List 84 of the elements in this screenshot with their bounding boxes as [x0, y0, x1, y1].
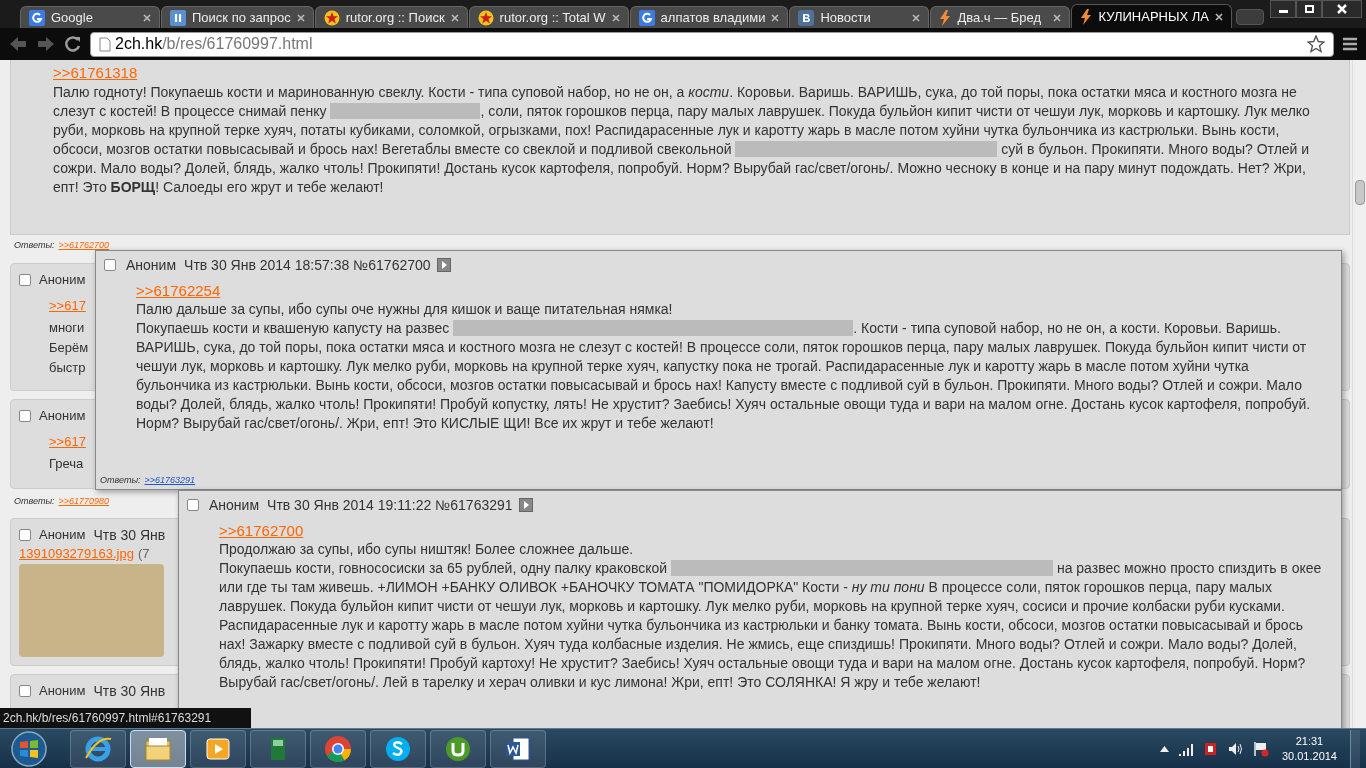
scrollbar-thumb[interactable] — [1355, 180, 1365, 205]
clock[interactable]: 21:31 30.01.2014 — [1277, 733, 1341, 764]
url-host: 2ch.hk — [115, 34, 163, 54]
replies-label: Ответы: — [14, 239, 55, 252]
poster-name: Аноним — [126, 255, 177, 275]
antivirus-icon[interactable] — [1202, 740, 1219, 757]
expand-icon[interactable] — [518, 498, 533, 512]
file-info: (7 — [137, 545, 150, 562]
close-icon[interactable] — [912, 13, 921, 22]
browser-tab[interactable]: rutor.org :: Поиск — [314, 6, 468, 28]
browser-tab[interactable]: Google — [20, 6, 160, 28]
close-icon — [1337, 4, 1347, 14]
chrome-logo-icon — [323, 733, 353, 764]
post-date: Чтв 30 Янв — [93, 525, 166, 545]
reply-link[interactable]: >>61763291 — [144, 473, 196, 487]
expand-icon[interactable] — [436, 258, 451, 272]
star-icon[interactable] — [1307, 35, 1325, 53]
browser-tab[interactable]: rutor.org :: Total W — [468, 6, 629, 28]
lightning-icon — [1080, 8, 1093, 25]
minimize-button[interactable] — [1270, 0, 1296, 18]
post-text: Продолжаю за супы, ибо супы ништяк! Более сложнее дальше. — [219, 540, 635, 559]
browser-tab[interactable]: алпатов владими — [629, 6, 789, 28]
close-icon[interactable] — [143, 13, 151, 22]
browser-tab[interactable]: Два.ч — Бред — [930, 6, 1071, 28]
post-text: Берём — [49, 338, 89, 357]
post-checkbox[interactable] — [19, 273, 31, 286]
post-checkbox[interactable] — [104, 259, 116, 271]
close-icon[interactable] — [1214, 12, 1223, 21]
maximize-button[interactable] — [1296, 0, 1322, 18]
post-checkbox[interactable] — [19, 409, 31, 422]
poster-name: Аноним — [39, 526, 86, 545]
status-url: 2ch.hk/b/res/61760997.html#61763291 — [0, 708, 252, 728]
menu-icon[interactable] — [1342, 36, 1358, 52]
poster-name: Аноним — [39, 406, 86, 425]
page-icon — [99, 36, 111, 52]
post-text: многи — [49, 318, 85, 337]
bars-icon — [170, 9, 186, 26]
post-text: Покупаешь кости, говнососиски за 65 рублей, одну палку краковской на развес можно просто спиздить в окее или где ты там живешь. +ЛИМОН +БАНКУ ОЛИВОК +БАНОЧКУ ТОМАТА "ПОМИДОРКА" Кости - ну ти пони В процессе соли, пяток горошков перца, пару малых лаврушек. Покуда бульйон кипит чисти от чешуи лук, морковь и картошку. Лук мелко руби, морковь на крупной терке хуяч, сосиси и прочие колбаски руби кусками. Распидарасенные лук и каротту жарь в масле потом хуйни чутка бульончика из кастрюльки и банку томата. Вынь кости, обсоси, мозгов остатки повысасывай и брось нах! Зажарку вместе с подливой суй в бульон. Хуяч туда колбасные изделия. Не жмись, еще спиздишь! Прокипяти. Много воды? Отлей и сожри. Мало воды? Долей, блядь, жалко чтоль! Прокипяти! Пробуй картоху! Не хрустит? Заебись! Хуяч остальные овощи туда и вари на малом огне. Достань кусок картофеля, попробуй. Норм? Вырубай гас/свет/огонь/. Лей в тарелку и херач оливки и кус лимона! Жри, епт! Это СОЛЯНКА! Я жру и тебе желают! — [219, 559, 1323, 692]
browser-tab[interactable]: Новости — [789, 6, 930, 28]
post-number[interactable]: №61762700 — [353, 254, 431, 276]
star-emblem-icon — [477, 9, 494, 26]
close-icon[interactable] — [771, 13, 780, 22]
show-desktop-button[interactable] — [1350, 729, 1360, 768]
g-logo-icon — [638, 9, 655, 26]
start-button[interactable] — [10, 729, 48, 768]
lightning-icon — [939, 9, 952, 26]
back-icon[interactable] — [8, 35, 28, 53]
post-checkbox[interactable] — [187, 499, 199, 511]
show-hidden-icons[interactable] — [1159, 745, 1169, 752]
browser-tab[interactable]: КУЛИНАРНЫХ ЛА — [1071, 4, 1232, 28]
vk-icon — [798, 9, 815, 26]
post-checkbox[interactable] — [19, 529, 31, 541]
post-text: Палю годноту! Покупаешь кости и маринованную свеклу. Кости - типа суповой набор, но не он, а кости. Коровьи. Варишь. ВАРИШЬ, сука, до той поры, пока остатки мяса и костного мозга не слезут с костей! В процессе снимай пенку , соли, пяток горошков перца, пару малых лаврушек. Покуда бульйон кипит чисти от чешуи лук, морковь и картошку. Лук мелко руби, морковь на крупной терке хуяч, потаты кубиками, соломкой, огрызками, пох! Распидарасенные лук и каротту жарь в масле потом хуйни чутка бульончика из кастрюльки. Вынь кости, обсоси, мозгов остатки повысасывай и брось нах! Вегетаблы вместе со свеклой и подливой свекольной суй в бульон. Прокипяти. Много воды? Отлей и сожри. Мало воды? Долей, блядь, жалко чтоль! Прокипяти! Достань кусок картофеля, попробуй. Норм? Вырубай гас/свет/огонь/. Можно чесноку в конце и на пару минут подождать. Нет? Жри, епт! Это БОРЩ! Салоеды его жрут и тебе желают! — [53, 83, 1311, 197]
address-field[interactable]: 2ch.hk/b/res/61760997.html — [90, 31, 1334, 57]
close-icon[interactable] — [296, 13, 305, 22]
replies-label: Ответы: — [100, 473, 141, 487]
reload-icon[interactable] — [64, 35, 82, 53]
close-icon[interactable] — [450, 13, 459, 22]
close-icon[interactable] — [1053, 13, 1062, 22]
close-icon[interactable] — [611, 13, 620, 22]
post-text: Покупаешь кости и квашеную капусту на развес . Кости - типа суповой набор, но не он, а кости. Коровьи. Варишь. ВАРИШЬ, сука, до той поры, пока остатки мяса и костного мозга не слезут с костей! В процессе соли, пяток горошков перца, пару малых лаврушек. Покуда бульйон кипит чисти от чешуи лук, морковь и картошку. Лук мелко руби, морковь на крупной терке хуяч, капустку пока не трогай. Распидарасенные лук и каротту жарь в масле потом хуйни чутка бульончика из кастрюльки. Вынь кости, обсоси, мозгов остатки повысасывай и брось нах! Капусту вместе с подливой суй в бульон. Прокипяти. Много воды? Отлей и сожри. Мало воды? Долей, блядь, жалко чтоль! Прокипяти! Пробуй копустку, лять! Не хрустит? Заебись! Хуяч остальные овощи туда и вари на малом огне. Достань кусок картофеля, попробуй. Норм? Вырубай гас/свет/огонь/. Жри, епт! Это КИСЛЫЕ ЩИ! Все их жрут и тебе желают! — [136, 319, 1312, 433]
signal-icon[interactable] — [1177, 741, 1194, 756]
flag-icon[interactable] — [1252, 740, 1269, 757]
replies-label: Ответы: — [14, 494, 55, 508]
forward-icon[interactable] — [36, 35, 56, 53]
post-checkbox[interactable] — [19, 685, 31, 697]
poster-name: Аноним — [39, 682, 86, 701]
post-number[interactable]: №61763291 — [435, 494, 513, 516]
browser-tab[interactable]: Поиск по запрос — [161, 6, 314, 28]
volume-icon[interactable] — [1227, 741, 1244, 756]
star-emblem-icon — [323, 9, 340, 26]
post-date: Чтв 30 Янв 2014 19:11:22 — [267, 495, 432, 515]
close-button[interactable] — [1322, 0, 1362, 18]
url-path: /b/res/61760997.html — [162, 34, 313, 54]
scrollbar[interactable] — [1352, 60, 1366, 728]
post-text: быстр — [49, 358, 86, 377]
post-text: Греча — [49, 454, 84, 473]
poster-name: Аноним — [39, 270, 86, 289]
g-logo-icon — [29, 9, 45, 26]
taskbar-app-button[interactable] — [130, 729, 186, 768]
poster-name: Аноним — [209, 495, 260, 515]
post-text: Палю дальше за супы, ибо супы оче нужны для кишок и ваще питательная нямка! — [136, 300, 674, 319]
post-date: Чтв 30 Янв — [93, 681, 166, 701]
post-date: Чтв 30 Янв 2014 18:57:38 — [184, 255, 350, 275]
